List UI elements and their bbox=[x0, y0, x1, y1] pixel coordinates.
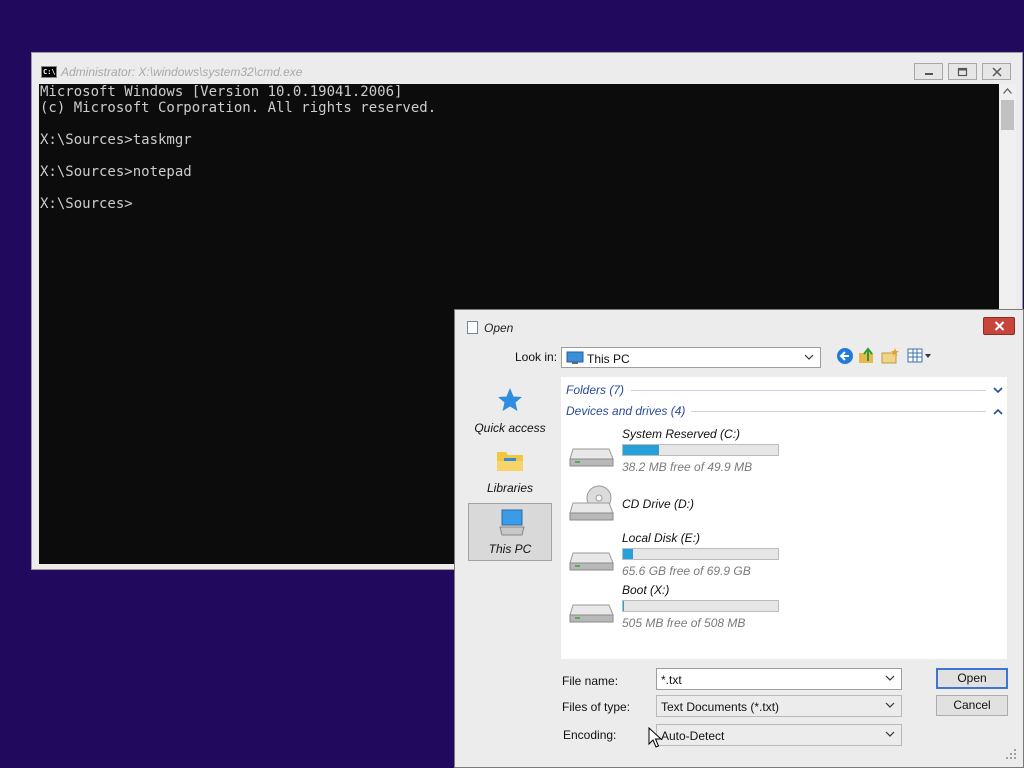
file-type-value: Text Documents (*.txt) bbox=[661, 700, 780, 714]
console-line: Microsoft Windows [Version 10.0.19041.20… bbox=[40, 84, 403, 100]
drive-name: CD Drive (D:) bbox=[622, 497, 694, 511]
drive-usage-bar bbox=[622, 600, 779, 612]
drive-free-space: 65.6 GB free of 69.9 GB bbox=[622, 564, 751, 578]
chevron-down-icon bbox=[885, 731, 895, 737]
encoding-label: Encoding: bbox=[563, 728, 617, 742]
dialog-close-button[interactable] bbox=[983, 317, 1015, 335]
drive-free-space: 38.2 MB free of 49.9 MB bbox=[622, 460, 753, 474]
file-name-label: File name: bbox=[562, 674, 619, 688]
cmd-window-title: Administrator: X:\windows\system32\cmd.e… bbox=[61, 65, 303, 79]
look-in-value: This PC bbox=[587, 352, 630, 366]
back-icon[interactable] bbox=[836, 347, 854, 365]
drive-item[interactable]: Boot (X:) 505 MB free of 508 MB bbox=[569, 583, 869, 635]
drive-usage-fill bbox=[623, 601, 624, 611]
drive-usage-bar bbox=[622, 444, 779, 456]
mouse-cursor-icon bbox=[648, 727, 662, 748]
close-button[interactable] bbox=[982, 63, 1011, 80]
computer-icon bbox=[566, 351, 584, 364]
drive-usage-bar bbox=[622, 548, 779, 560]
places-bar: Quick access Libraries This PC bbox=[461, 377, 557, 662]
cancel-button[interactable]: Cancel bbox=[936, 695, 1008, 716]
new-folder-icon[interactable] bbox=[881, 347, 899, 365]
scrollbar-thumb[interactable] bbox=[1001, 100, 1014, 130]
drive-item[interactable]: Local Disk (E:) 65.6 GB free of 69.9 GB bbox=[569, 531, 869, 583]
cmd-titlebar[interactable]: C:\ Administrator: X:\windows\system32\c… bbox=[32, 53, 1022, 84]
view-menu-icon[interactable] bbox=[907, 347, 933, 365]
hard-drive-icon bbox=[569, 552, 614, 571]
console-line: X:\Sources>notepad bbox=[40, 164, 192, 180]
group-divider bbox=[691, 411, 986, 412]
place-label: Libraries bbox=[486, 481, 534, 495]
look-in-label: Look in: bbox=[515, 350, 558, 364]
group-header-devices[interactable]: Devices and drives (4) bbox=[566, 404, 685, 418]
drive-free-space: 505 MB free of 508 MB bbox=[622, 616, 746, 630]
libraries-folder-icon bbox=[497, 452, 523, 471]
file-name-value: *.txt bbox=[661, 673, 682, 687]
place-quick-access[interactable]: Quick access bbox=[468, 383, 552, 441]
chevron-down-icon[interactable] bbox=[993, 387, 1003, 394]
place-label: Quick access bbox=[474, 421, 546, 435]
console-line: X:\Sources>taskmgr bbox=[40, 132, 192, 148]
close-icon bbox=[991, 66, 1002, 77]
hard-drive-icon bbox=[569, 604, 614, 623]
drive-usage-fill bbox=[623, 445, 660, 455]
computer-icon bbox=[499, 509, 525, 536]
place-label: This PC bbox=[488, 542, 532, 556]
look-in-combo[interactable]: This PC bbox=[561, 347, 821, 368]
chevron-down-icon bbox=[804, 354, 814, 360]
console-line: X:\Sources> bbox=[40, 196, 133, 212]
dialog-title: Open bbox=[484, 321, 514, 335]
drive-item[interactable]: CD Drive (D:) bbox=[569, 481, 869, 533]
place-this-pc[interactable]: This PC bbox=[468, 503, 552, 561]
maximize-icon bbox=[957, 67, 968, 76]
place-libraries[interactable]: Libraries bbox=[468, 443, 552, 501]
open-button[interactable]: Open bbox=[936, 668, 1008, 689]
encoding-select[interactable]: Auto-Detect bbox=[656, 724, 902, 746]
cd-drive-icon bbox=[569, 485, 614, 521]
star-icon bbox=[498, 388, 522, 411]
file-list[interactable]: Folders (7) Devices and drives (4) Syste… bbox=[561, 377, 1007, 659]
drive-name: Boot (X:) bbox=[622, 583, 670, 597]
close-icon bbox=[994, 321, 1004, 331]
chevron-up-icon[interactable] bbox=[993, 408, 1003, 415]
resize-grip-icon[interactable] bbox=[1006, 749, 1017, 760]
drive-usage-fill bbox=[623, 549, 633, 559]
open-dialog: Open Look in: This PC Quick access Libra… bbox=[454, 309, 1024, 768]
up-folder-icon[interactable] bbox=[858, 347, 876, 365]
drive-item[interactable]: System Reserved (C:) 38.2 MB free of 49.… bbox=[569, 427, 869, 479]
drive-name: Local Disk (E:) bbox=[622, 531, 701, 545]
scroll-up-icon[interactable] bbox=[1003, 88, 1012, 94]
console-line: (c) Microsoft Corporation. All rights re… bbox=[40, 100, 437, 116]
notepad-icon bbox=[467, 321, 478, 334]
hard-drive-icon bbox=[569, 448, 614, 467]
chevron-down-icon[interactable] bbox=[885, 675, 895, 681]
chevron-down-icon bbox=[885, 702, 895, 708]
file-type-select[interactable]: Text Documents (*.txt) bbox=[656, 695, 902, 717]
file-type-label: Files of type: bbox=[562, 700, 631, 714]
group-divider bbox=[631, 390, 986, 391]
maximize-button[interactable] bbox=[948, 63, 977, 80]
file-name-input[interactable]: *.txt bbox=[656, 668, 902, 690]
group-header-folders[interactable]: Folders (7) bbox=[566, 383, 624, 397]
minimize-button[interactable] bbox=[914, 63, 943, 80]
cmd-app-icon: C:\ bbox=[41, 66, 57, 78]
minimize-icon bbox=[924, 72, 933, 75]
drive-name: System Reserved (C:) bbox=[622, 427, 741, 441]
encoding-value: Auto-Detect bbox=[661, 729, 725, 743]
